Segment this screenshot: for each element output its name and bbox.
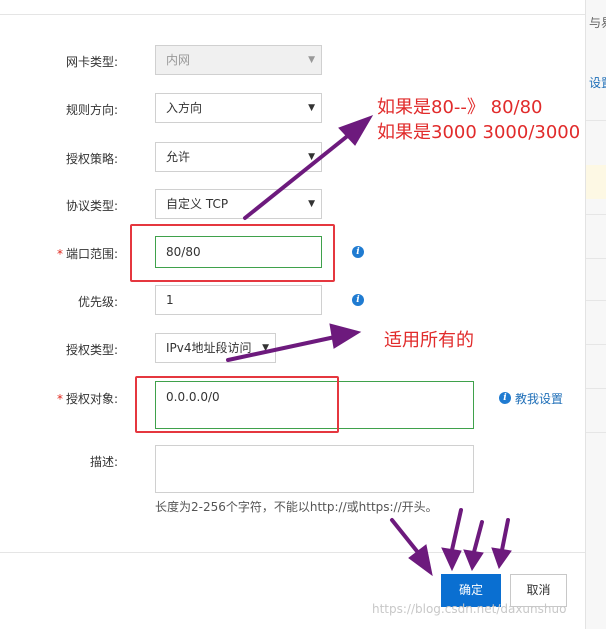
auth-object-label: * 授权对象: xyxy=(56,392,118,406)
direction-value: 入方向 xyxy=(166,101,203,115)
nic-type-value: 内网 xyxy=(166,53,191,67)
direction-label: 规则方向: xyxy=(65,103,118,117)
policy-select[interactable]: 允许 ▼ xyxy=(155,142,322,172)
arrow-to-confirm-4 xyxy=(500,518,510,552)
dialog-footer-divider xyxy=(0,552,585,553)
info-icon[interactable]: i xyxy=(352,246,364,258)
auth-type-select[interactable]: IPv4地址段访问 ▼ xyxy=(155,333,276,363)
required-mark: * xyxy=(56,247,63,261)
info-icon[interactable]: i xyxy=(352,294,364,306)
policy-value: 允许 xyxy=(166,150,191,164)
arrowhead xyxy=(408,544,433,577)
nic-type-select: 内网 ▼ xyxy=(155,45,322,75)
background-text-1: 与易 xyxy=(589,16,606,30)
arrowhead xyxy=(463,549,484,572)
description-hint: 长度为2-256个字符，不能以http://或https://开头。 xyxy=(155,500,438,514)
description-label: 描述: xyxy=(89,455,118,469)
description-textarea[interactable] xyxy=(155,445,474,493)
chevron-down-icon: ▼ xyxy=(308,103,315,113)
auth-note: 适用所有的 xyxy=(384,330,474,351)
port-range-highlight-box xyxy=(130,224,335,282)
chevron-down-icon: ▼ xyxy=(308,55,315,65)
help-link-how-to-set[interactable]: 教我设置 xyxy=(515,390,563,407)
protocol-select[interactable]: 自定义 TCP ▼ xyxy=(155,189,322,219)
arrow-to-confirm-1 xyxy=(390,518,422,557)
auth-type-value: IPv4地址段访问 xyxy=(166,341,252,355)
port-range-label: * 端口范围: xyxy=(56,247,118,261)
required-mark: * xyxy=(56,392,63,406)
background-page-panel: 与易 设置 xyxy=(585,0,606,629)
priority-label: 优先级: xyxy=(77,295,118,309)
auth-object-highlight-box xyxy=(135,376,339,433)
chevron-down-icon: ▼ xyxy=(308,199,315,209)
direction-select[interactable]: 入方向 ▼ xyxy=(155,93,322,123)
arrow-to-confirm-2 xyxy=(450,508,463,552)
protocol-value: 自定义 TCP xyxy=(166,197,229,211)
nic-type-label: 网卡类型: xyxy=(65,55,118,69)
arrowhead xyxy=(338,115,374,146)
chevron-down-icon: ▼ xyxy=(262,343,269,353)
background-link-settings[interactable]: 设置 xyxy=(589,74,606,91)
dialog-top-divider xyxy=(0,14,585,15)
port-note-line-1: 如果是80--》 80/80 xyxy=(377,97,543,118)
priority-value: 1 xyxy=(166,293,174,307)
protocol-label: 协议类型: xyxy=(65,199,118,213)
arrow-to-confirm-3 xyxy=(472,520,484,554)
watermark: https://blog.csdn.net/daxunshuo xyxy=(372,602,567,616)
auth-type-label: 授权类型: xyxy=(65,343,118,357)
port-note-line-2: 如果是3000 3000/3000 xyxy=(377,122,581,143)
arrowhead xyxy=(491,547,512,570)
background-notice-strip xyxy=(586,165,606,199)
arrowhead xyxy=(329,323,362,349)
chevron-down-icon: ▼ xyxy=(308,152,315,162)
info-icon: i xyxy=(499,392,511,404)
policy-label: 授权策略: xyxy=(65,152,118,166)
priority-input[interactable]: 1 xyxy=(155,285,322,315)
